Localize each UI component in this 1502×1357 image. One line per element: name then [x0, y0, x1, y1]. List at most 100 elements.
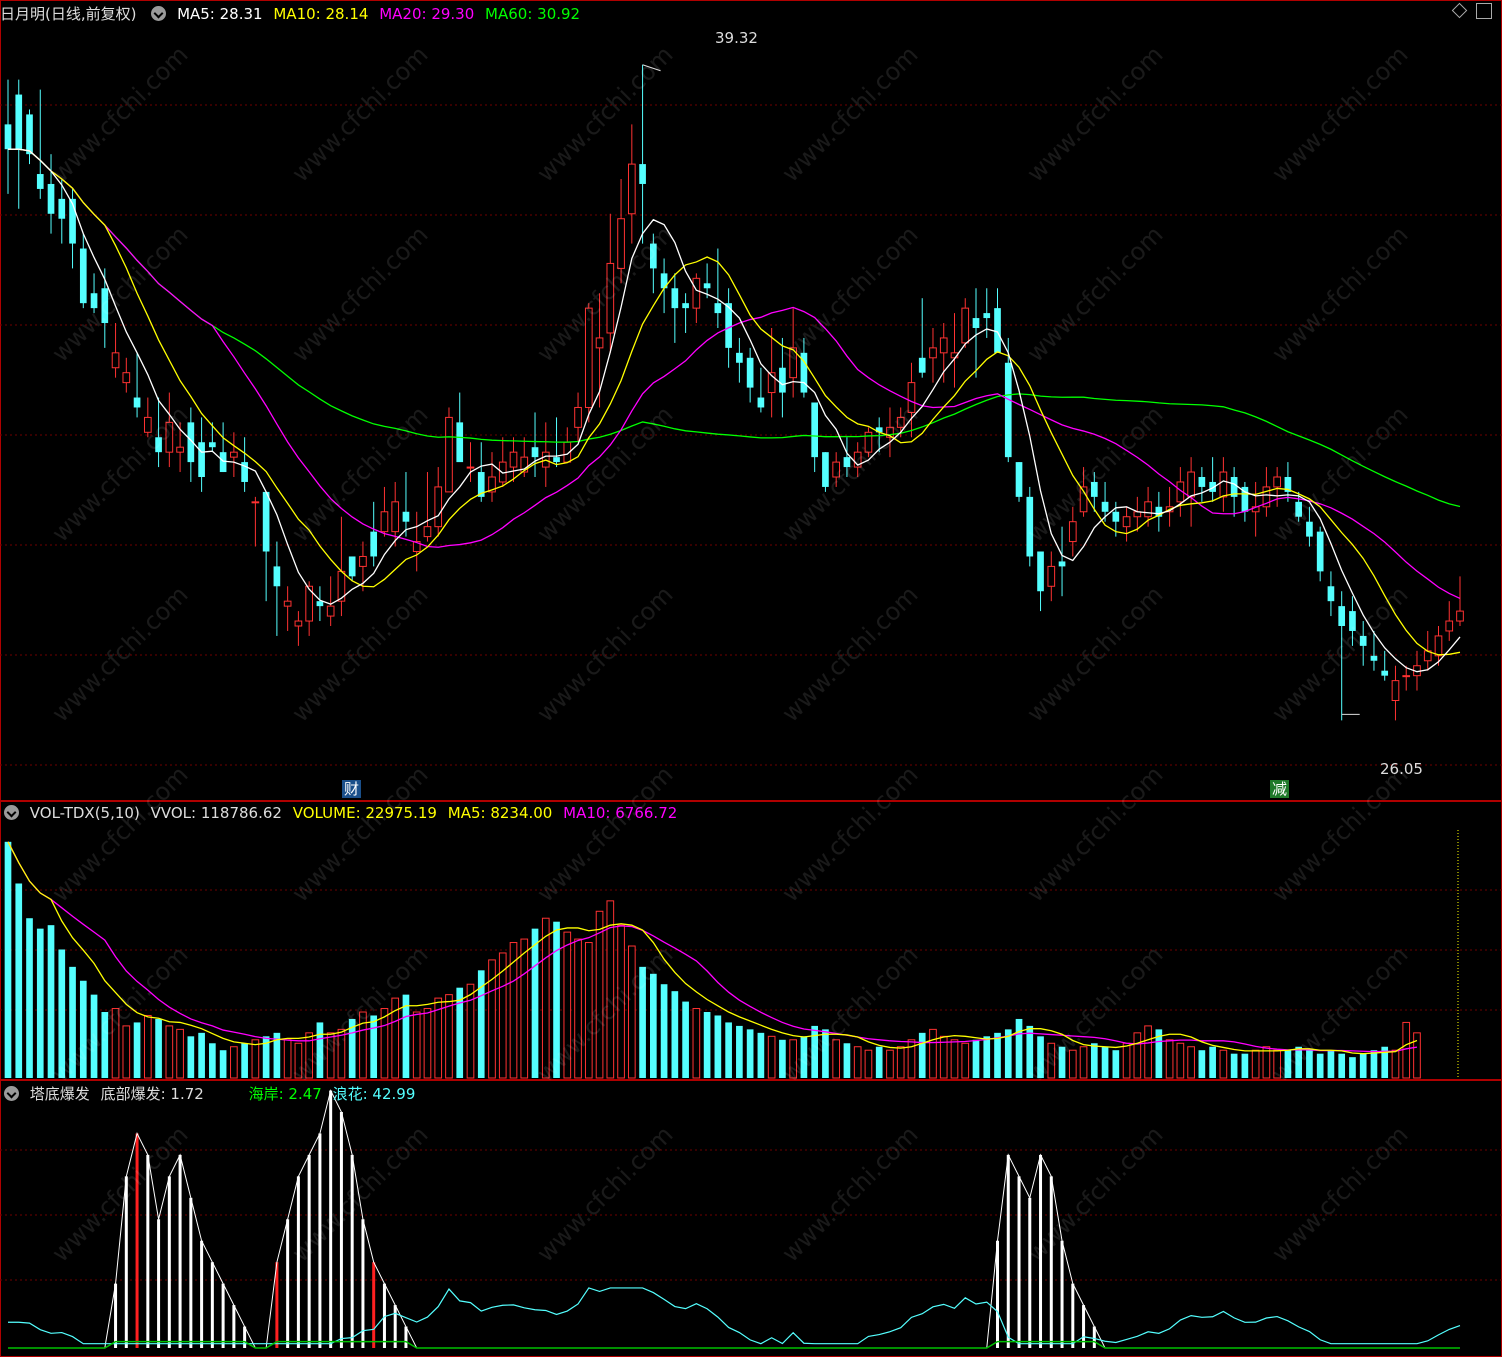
candle-body-down	[994, 308, 1001, 353]
candle-body-up	[1187, 471, 1195, 498]
volume-bar-up	[595, 910, 604, 1079]
candle-body-down	[90, 293, 98, 309]
candle-body-up	[445, 416, 453, 493]
candle-body-down	[746, 357, 754, 388]
burst-bar	[1071, 1283, 1075, 1348]
candle-body-down	[822, 452, 829, 487]
ma5-label: MA5: 28.31	[177, 5, 263, 23]
candle-body-down	[273, 566, 281, 587]
volume-bar-down	[1370, 1050, 1378, 1078]
burst-bar	[350, 1154, 354, 1348]
volume-ma10-line	[7, 841, 1418, 1053]
burst-bar	[339, 1112, 343, 1348]
volume-bar-down	[1101, 1046, 1109, 1078]
candle-body-down	[1026, 496, 1034, 557]
volume-bar-down	[1198, 1050, 1206, 1078]
volume-bar-down	[671, 991, 679, 1078]
volume-bar-up	[1079, 1046, 1088, 1079]
candle-body-up	[380, 511, 389, 533]
main-header: 日月明(日线,前复权) MA5: 28.31 MA10: 28.14 MA20:…	[0, 3, 586, 25]
burst-bar	[307, 1154, 311, 1348]
volume-bar-down	[1090, 1043, 1098, 1078]
candle-body-up	[832, 461, 841, 478]
candle-body-up	[1434, 635, 1443, 657]
bottom-header: 塔底爆发 底部爆发: 1.72 海岸: 2.47 浪花: 42.99	[0, 1083, 421, 1105]
volume-bar-up	[230, 1046, 238, 1079]
candle-body-down	[262, 491, 270, 552]
candle-body-down	[1015, 462, 1023, 497]
volume-bar-up	[509, 942, 518, 1079]
shore-label: 海岸: 2.47	[248, 1085, 322, 1103]
candle-body-down	[26, 114, 33, 155]
ma20-label: MA20: 29.30	[379, 5, 475, 23]
volume-bar-up	[563, 931, 572, 1079]
volume-bar-down	[1295, 1046, 1303, 1078]
burst-bar	[318, 1133, 322, 1348]
volume-ma5-line	[7, 841, 1418, 1055]
volume-bar-up	[886, 1049, 894, 1079]
candle-body-up	[939, 337, 948, 354]
main-menu-chevron-icon[interactable]	[151, 6, 167, 21]
shore-line	[8, 1340, 1460, 1349]
volume-bar-down	[1284, 1050, 1292, 1078]
volume-bar-down	[1327, 1050, 1335, 1078]
stock-name: 日月明	[0, 5, 46, 23]
volume-menu-chevron-icon[interactable]	[4, 805, 19, 820]
candle-body-down	[531, 447, 539, 458]
candle-body-down	[209, 442, 216, 448]
volume-bar-down	[800, 1036, 808, 1078]
candle-body-down	[47, 183, 55, 214]
candle-body-up	[1047, 565, 1056, 587]
volume-bar-up	[617, 924, 625, 1079]
candle-body-down	[1295, 501, 1303, 517]
volume-bar-down	[69, 966, 76, 1078]
candle-body-down	[649, 243, 657, 269]
volume-bar-up	[143, 1014, 152, 1079]
candle-body-down	[1090, 481, 1098, 497]
burst-bar	[329, 1090, 333, 1348]
bottom-burst-label: 底部爆发: 1.72	[100, 1085, 204, 1103]
burst-bar	[296, 1176, 300, 1348]
candle-body-down	[1004, 362, 1012, 458]
volume-bar-down	[58, 949, 66, 1078]
candle-body-up	[294, 620, 303, 627]
candle-body-up	[907, 382, 916, 413]
badge-reduce[interactable]: 减	[1270, 780, 1290, 798]
volume-bar-down	[101, 1012, 109, 1078]
ma10-line	[8, 148, 1461, 656]
burst-bar	[157, 1219, 161, 1348]
burst-bar	[200, 1240, 204, 1348]
candle-body-down	[79, 248, 87, 304]
bottom-indicator-name: 塔底爆发	[29, 1085, 90, 1103]
candle-body-up	[1402, 675, 1411, 678]
candle-body-up	[165, 421, 174, 453]
volume-bar-down	[983, 1036, 991, 1078]
volume-bar-down	[26, 918, 33, 1078]
candle-body-down	[1327, 586, 1335, 602]
volume-bar-up	[584, 942, 593, 1079]
volume-bar-down	[649, 973, 657, 1078]
volume-bar-up	[896, 1046, 905, 1079]
volume-bar-down	[757, 1032, 765, 1078]
period-label: (日线,前复权)	[45, 5, 137, 23]
candle-body-down	[1058, 561, 1066, 567]
volume-bar-down	[370, 1015, 378, 1078]
badge-finance[interactable]: 财	[342, 780, 362, 798]
candle-body-down	[1101, 501, 1109, 512]
burst-bar	[124, 1176, 128, 1348]
volume-bar-up	[165, 1025, 174, 1079]
low-price-marker: 26.05	[1380, 760, 1423, 778]
burst-bar	[146, 1154, 150, 1348]
volume-bar-down	[155, 1018, 162, 1078]
window-box-icon[interactable]	[1476, 3, 1492, 19]
burst-bar	[286, 1219, 290, 1348]
burst-bar	[1092, 1326, 1096, 1348]
bottom-menu-chevron-icon[interactable]	[4, 1086, 19, 1101]
candle-body-up	[1273, 476, 1281, 488]
volume-bar-down	[639, 966, 646, 1078]
candle-body-down	[1316, 531, 1324, 572]
candle-body-up	[143, 416, 152, 433]
volume-bar-down	[79, 980, 87, 1078]
candle-body-down	[370, 531, 378, 557]
candle-body-down	[1338, 606, 1346, 626]
